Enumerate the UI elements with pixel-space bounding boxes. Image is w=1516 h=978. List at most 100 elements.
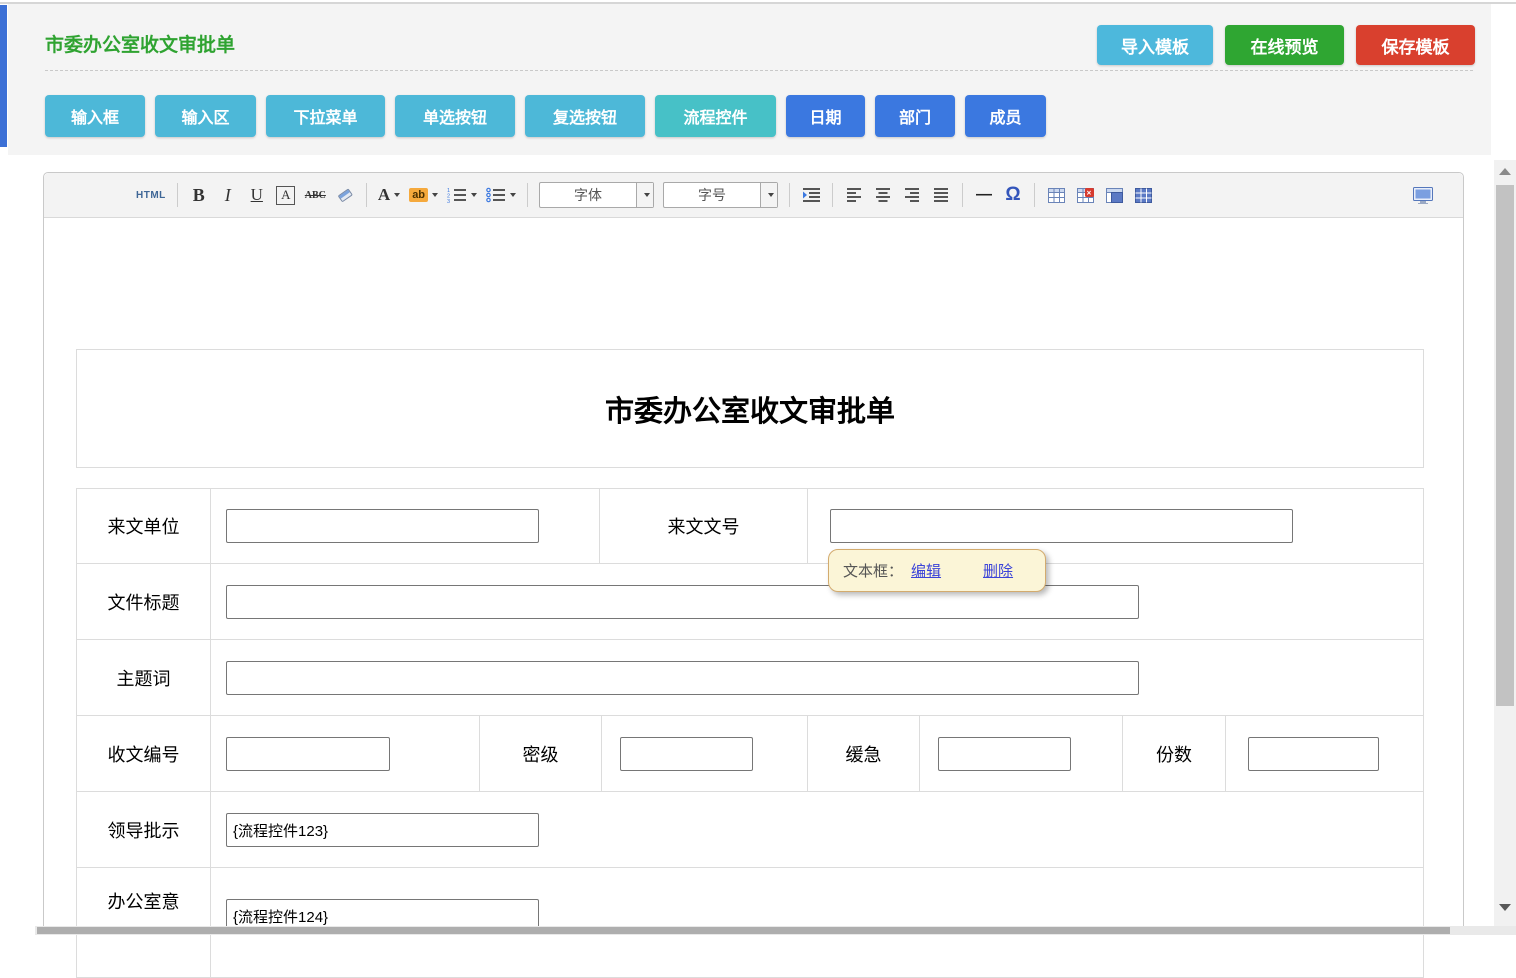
receive-no-input[interactable] xyxy=(226,737,390,771)
scroll-up-arrow[interactable] xyxy=(1494,164,1516,178)
secrecy-input[interactable] xyxy=(620,737,753,771)
toolbar-separator xyxy=(177,183,178,207)
vertical-scrollbar[interactable] xyxy=(1494,160,1516,926)
unordered-list-icon xyxy=(486,187,506,203)
import-template-button[interactable]: 导入模板 xyxy=(1097,25,1213,65)
align-justify-button[interactable] xyxy=(931,182,951,208)
cell-copies xyxy=(1225,716,1423,792)
add-dropdown-button[interactable]: 下拉菜单 xyxy=(266,95,385,137)
ordered-list-button[interactable]: 1 2 3 xyxy=(447,182,477,208)
label-copies: 份数 xyxy=(1122,716,1225,792)
table-grid-button[interactable] xyxy=(1133,182,1153,208)
toolbar-separator xyxy=(366,183,367,207)
unordered-list-button[interactable] xyxy=(486,182,516,208)
header-divider xyxy=(45,70,1473,71)
label-doc-number: 来文文号 xyxy=(599,489,807,563)
highlight-color-button[interactable]: ab xyxy=(409,182,438,208)
delete-table-button[interactable]: × xyxy=(1075,182,1095,208)
cell-keywords xyxy=(210,640,1423,716)
add-checkbox-button[interactable]: 复选按钮 xyxy=(525,95,645,137)
highlight-ab-icon: ab xyxy=(409,188,428,202)
underline-button[interactable]: U xyxy=(247,182,267,208)
ordered-list-icon: 1 2 3 xyxy=(447,187,467,203)
field-edit-tooltip: 文本框： 编辑 删除 xyxy=(828,549,1046,592)
leader-comment-input[interactable] xyxy=(226,813,539,847)
table-row: 文件标题 xyxy=(77,563,1423,639)
add-flow-control-button[interactable]: 流程控件 xyxy=(655,95,776,137)
align-left-icon xyxy=(846,187,862,203)
eraser-icon xyxy=(336,187,354,203)
horizontal-scrollbar[interactable] xyxy=(0,926,1516,935)
align-right-button[interactable] xyxy=(902,182,922,208)
italic-button[interactable]: I xyxy=(218,182,238,208)
font-size-select[interactable]: 字号 xyxy=(663,182,778,208)
rich-text-editor: HTML B I U A ABC A ab 1 2 3 xyxy=(43,172,1464,935)
doc-number-input[interactable] xyxy=(830,509,1293,543)
fullscreen-button[interactable] xyxy=(1413,182,1433,208)
label-office-opinion: 办公室意 xyxy=(77,868,210,978)
horizontal-scrollbar-thumb[interactable] xyxy=(37,927,1450,934)
align-left-button[interactable] xyxy=(844,182,864,208)
cell-leader-comment xyxy=(210,792,1423,868)
add-radio-button[interactable]: 单选按钮 xyxy=(395,95,515,137)
label-receive-no: 收文编号 xyxy=(77,716,210,792)
indent-icon xyxy=(802,187,821,203)
align-justify-icon xyxy=(933,187,949,203)
control-buttons-row: 输入框 输入区 下拉菜单 单选按钮 复选按钮 流程控件 日期 部门 成员 xyxy=(45,95,1046,137)
strikethrough-button[interactable]: ABC xyxy=(305,182,326,208)
add-date-button[interactable]: 日期 xyxy=(786,95,865,137)
add-member-button[interactable]: 成员 xyxy=(965,95,1046,137)
align-right-icon xyxy=(904,187,920,203)
cell-doc-title xyxy=(210,564,1423,640)
table-cell-properties-button[interactable] xyxy=(1104,182,1124,208)
online-preview-button[interactable]: 在线预览 xyxy=(1225,25,1344,65)
horizontal-rule-button[interactable]: — xyxy=(974,182,994,208)
vertical-scrollbar-thumb[interactable] xyxy=(1496,185,1514,706)
table-row: 主题词 xyxy=(77,639,1423,715)
form-table: 来文单位 来文文号 文件标题 主题词 xyxy=(76,488,1424,978)
select-arrow-button[interactable] xyxy=(760,183,777,207)
chevron-down-icon xyxy=(768,193,774,197)
remove-format-button[interactable] xyxy=(335,182,355,208)
table-delete-icon: × xyxy=(1077,188,1094,203)
chevron-down-icon xyxy=(432,193,438,197)
select-arrow-button[interactable] xyxy=(636,183,653,207)
table-icon xyxy=(1048,188,1065,203)
font-color-button[interactable]: A xyxy=(378,182,400,208)
cell-urgency xyxy=(919,716,1122,792)
copies-input[interactable] xyxy=(1248,737,1379,771)
toolbar-separator xyxy=(527,183,528,207)
scrollbar-corner xyxy=(0,926,35,935)
add-textarea-button[interactable]: 输入区 xyxy=(155,95,256,137)
add-input-box-button[interactable]: 输入框 xyxy=(45,95,145,137)
toolbar-separator xyxy=(832,183,833,207)
form-title: 市委办公室收文审批单 xyxy=(605,388,895,430)
boxed-a-icon: A xyxy=(276,186,295,205)
urgency-input[interactable] xyxy=(938,737,1071,771)
table-filled-grid-icon xyxy=(1135,188,1152,203)
cell-secrecy xyxy=(601,716,807,792)
delete-field-link[interactable]: 删除 xyxy=(983,560,1013,581)
font-family-select[interactable]: 字体 xyxy=(539,182,654,208)
table-row: 领导批示 xyxy=(77,791,1423,867)
bold-button[interactable]: B xyxy=(189,182,209,208)
html-source-button[interactable]: HTML xyxy=(136,182,166,208)
edit-field-link[interactable]: 编辑 xyxy=(911,560,941,581)
source-unit-input[interactable] xyxy=(226,509,539,543)
scroll-down-arrow[interactable] xyxy=(1494,900,1516,914)
table-row: 办公室意 xyxy=(77,867,1423,977)
cell-source-unit xyxy=(210,489,599,563)
format-block-button[interactable]: A xyxy=(276,182,296,208)
toolbar-separator xyxy=(962,183,963,207)
add-department-button[interactable]: 部门 xyxy=(875,95,955,137)
special-char-button[interactable]: Ω xyxy=(1003,182,1023,208)
align-center-button[interactable] xyxy=(873,182,893,208)
svg-text:×: × xyxy=(1086,188,1091,197)
editor-content-area[interactable]: 市委办公室收文审批单 来文单位 来文文号 文件标题 xyxy=(44,218,1463,934)
keywords-input[interactable] xyxy=(226,661,1139,695)
insert-table-button[interactable] xyxy=(1046,182,1066,208)
save-template-button[interactable]: 保存模板 xyxy=(1356,25,1475,65)
monitor-icon xyxy=(1413,187,1433,204)
indent-button[interactable] xyxy=(801,182,821,208)
chevron-down-icon xyxy=(394,193,400,197)
